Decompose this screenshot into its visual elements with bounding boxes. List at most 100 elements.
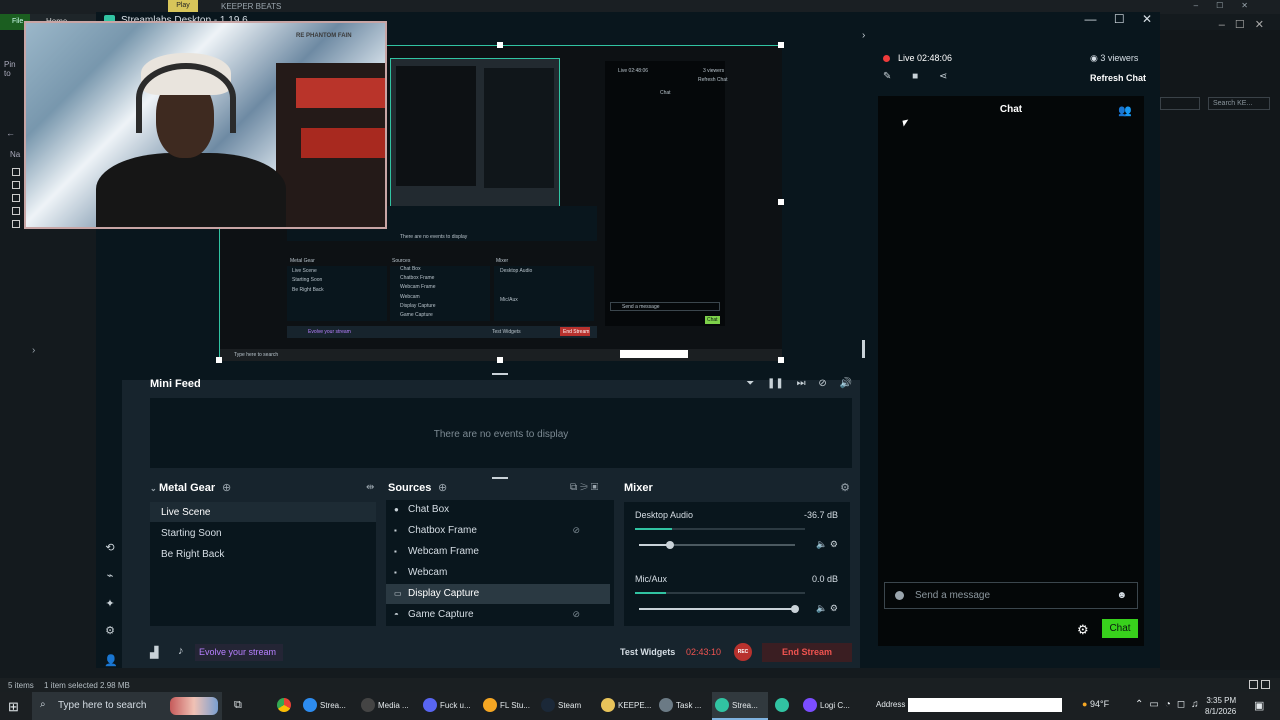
taskbar-clock[interactable]: 3:35 PM 8/1/2026 xyxy=(1205,695,1236,717)
mixer-settings-gear-icon[interactable]: ⚙ xyxy=(840,481,850,494)
volume-slider[interactable] xyxy=(639,605,799,613)
taskbar-app-button[interactable]: Strea... xyxy=(712,692,768,720)
edit-pencil-icon[interactable]: ✎ xyxy=(883,71,891,82)
performance-icon[interactable]: ▟ xyxy=(150,646,158,659)
source-item-game-capture[interactable]: ◓ Game Capture ⊘ xyxy=(386,605,610,625)
source-item-chat-box[interactable]: ● Chat Box xyxy=(386,500,610,520)
chat-resize-handle[interactable] xyxy=(862,340,865,358)
taskbar-app-chrome[interactable] xyxy=(274,692,294,720)
close-button[interactable]: ✕ xyxy=(1142,12,1152,26)
source-item-display-capture[interactable]: ▭ Display Capture xyxy=(386,584,610,604)
path-dropdown[interactable] xyxy=(1160,97,1200,110)
pause-icon[interactable]: ❚❚ xyxy=(767,378,784,389)
address-toolbar-input[interactable] xyxy=(908,698,1062,712)
layout-editor-icon[interactable]: ⌁ xyxy=(104,570,116,582)
explorer-window-controls[interactable]: –☐✕ xyxy=(1219,18,1274,31)
nested-taskbar-search: Type here to search xyxy=(234,352,279,358)
test-widgets-button[interactable]: Test Widgets xyxy=(620,647,675,657)
source-item-webcam[interactable]: ▪ Webcam xyxy=(386,563,610,583)
resize-handle[interactable] xyxy=(497,357,503,363)
back-arrow-icon[interactable]: ← xyxy=(6,128,15,138)
system-tray-icons[interactable]: ⌃▭◔◻♫ xyxy=(1135,699,1205,710)
taskbar-app-button[interactable]: Strea... xyxy=(300,692,354,720)
taskbar-app-button[interactable]: Fuck u... xyxy=(420,692,476,720)
app-label: KEEPE... xyxy=(618,701,652,710)
hidden-eye-icon[interactable]: ⊘ xyxy=(572,525,580,536)
evolve-stream-button[interactable]: Evolve your stream xyxy=(195,644,283,661)
mute-alerts-icon[interactable]: ⊘ xyxy=(818,378,826,389)
add-source-icon[interactable]: ⊕ xyxy=(438,481,447,494)
taskbar-app-button[interactable]: Media ... xyxy=(358,692,416,720)
maximize-button[interactable]: ☐ xyxy=(1114,12,1125,26)
taskbar-app-button[interactable]: KEEPE... xyxy=(598,692,652,720)
emoji-icon[interactable]: ☻ xyxy=(1116,590,1127,601)
chat-message-input[interactable]: Send a message ☻ xyxy=(884,582,1138,609)
taskbar-app-button[interactable]: FL Stu... xyxy=(480,692,532,720)
resize-handle[interactable] xyxy=(778,42,784,48)
resize-handle[interactable] xyxy=(778,357,784,363)
taskbar-app-button[interactable]: Task ... xyxy=(656,692,708,720)
source-label: Display Capture xyxy=(408,588,480,599)
skip-icon[interactable]: ⏭ xyxy=(797,378,806,389)
channel-settings-gear-icon[interactable]: ⚙ xyxy=(830,603,838,613)
refresh-chat-button[interactable]: Refresh Chat xyxy=(1090,73,1146,83)
mute-speaker-icon[interactable]: 🔈 xyxy=(816,539,827,549)
volume-slider[interactable] xyxy=(639,541,795,549)
channel-settings-gear-icon[interactable]: ⚙ xyxy=(830,539,838,549)
scene-item-live[interactable]: Live Scene xyxy=(150,502,376,522)
scene-collection-name: Metal Gear xyxy=(158,482,216,494)
file-checkbox-list[interactable] xyxy=(12,168,20,233)
status-selection: 1 item selected 2.98 MB xyxy=(44,681,130,690)
points-icon[interactable] xyxy=(895,591,904,600)
task-view-icon[interactable]: ⧉ xyxy=(234,699,242,712)
nested-scene-item: Be Right Back xyxy=(292,287,324,293)
taskbar-app-button[interactable]: Logi C... xyxy=(800,692,858,720)
taskbar-app-button[interactable] xyxy=(772,692,794,720)
chat-send-button[interactable]: Chat xyxy=(1102,619,1138,638)
scene-item-starting-soon[interactable]: Starting Soon xyxy=(150,523,376,543)
chat-settings-gear-icon[interactable]: ⚙ xyxy=(1077,622,1089,638)
mute-speaker-icon[interactable]: 🔈 xyxy=(816,603,827,613)
record-button[interactable]: REC xyxy=(734,643,752,661)
collapse-left-chevron-icon[interactable]: › xyxy=(32,345,35,356)
taskbar-app-button[interactable]: Steam xyxy=(538,692,594,720)
explorer-search-input[interactable]: Search KE... xyxy=(1208,97,1270,110)
app-label: Strea... xyxy=(732,701,758,710)
source-item-webcam-frame[interactable]: ▪ Webcam Frame xyxy=(386,542,610,562)
transition-icon[interactable]: ⇹ xyxy=(366,482,374,493)
resize-handle[interactable] xyxy=(497,42,503,48)
add-scene-icon[interactable]: ⊕ xyxy=(222,481,231,494)
filter-icon[interactable]: ⏷ xyxy=(746,378,754,389)
settings-gear-icon[interactable]: ⚙ xyxy=(104,625,116,637)
share-icon[interactable]: ⋖ xyxy=(939,71,947,82)
notification-bell-icon[interactable]: ♪ xyxy=(178,645,184,657)
search-highlight-image[interactable] xyxy=(170,697,218,715)
minimize-button[interactable]: — xyxy=(1084,12,1096,26)
windows-start-icon[interactable]: ⊞ xyxy=(8,699,19,715)
source-tools-icons[interactable]: ⧉ ⚞ ▣ xyxy=(570,482,598,493)
resize-bar[interactable] xyxy=(492,373,508,375)
resize-handle[interactable] xyxy=(216,357,222,363)
source-item-chatbox-frame[interactable]: ▪ Chatbox Frame ⊘ xyxy=(386,521,610,541)
magic-icon[interactable]: ✦ xyxy=(104,598,116,610)
profile-icon[interactable]: 👤 xyxy=(104,655,118,667)
hidden-eye-icon[interactable]: ⊘ xyxy=(572,609,580,620)
end-stream-button[interactable]: End Stream xyxy=(762,643,852,662)
app-label: Steam xyxy=(558,701,582,710)
manage-users-icon[interactable]: 👥 xyxy=(1118,104,1132,117)
volume-icon[interactable]: 🔊 xyxy=(840,378,852,389)
scene-collection-dropdown[interactable]: ⌄ Metal Gear xyxy=(150,482,215,494)
collapse-chat-chevron-icon[interactable]: › xyxy=(862,30,865,41)
view-toggle[interactable] xyxy=(1246,680,1270,691)
keeper-beats-tab[interactable]: KEEPER BEATS xyxy=(221,2,281,11)
studio-mode-icon[interactable]: ⟲ xyxy=(104,542,116,554)
video-camera-icon[interactable]: ■ xyxy=(912,71,918,82)
background-window-controls[interactable]: –☐✕ xyxy=(1194,1,1266,10)
scene-item-be-right-back[interactable]: Be Right Back xyxy=(150,544,376,564)
play-button[interactable]: Play xyxy=(168,0,198,12)
resize-handle[interactable] xyxy=(778,199,784,205)
notification-center-icon[interactable]: ▣ xyxy=(1254,699,1264,712)
webcam-red-bin xyxy=(296,78,385,108)
resize-bar[interactable] xyxy=(492,477,508,479)
weather-widget[interactable]: ● 94°F xyxy=(1082,699,1109,709)
